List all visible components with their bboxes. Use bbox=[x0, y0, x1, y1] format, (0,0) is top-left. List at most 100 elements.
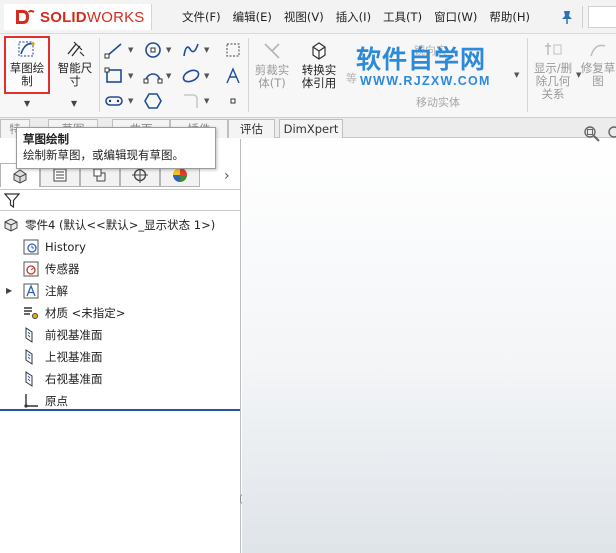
solidworks-wordmark: SOLIDWORKS bbox=[40, 8, 145, 26]
offset-entities-label[interactable]: 等 bbox=[346, 70, 357, 86]
fillet-icon bbox=[184, 94, 198, 108]
line-dropdown-icon[interactable]: ▼ bbox=[128, 46, 133, 54]
menu-help[interactable]: 帮助(H) bbox=[483, 8, 536, 26]
fillet-tool[interactable] bbox=[180, 91, 202, 111]
construction-tool[interactable] bbox=[222, 40, 244, 60]
display-delete-relations-label: 显示/删 除几何 关系 bbox=[533, 61, 573, 101]
display-delete-relations-button[interactable]: 显示/删 除几何 关系 bbox=[530, 40, 576, 101]
tree-item-front-plane[interactable]: 前视基准面 bbox=[22, 325, 103, 345]
menu-view[interactable]: 视图(V) bbox=[278, 8, 330, 26]
fillet-dropdown-icon[interactable]: ▼ bbox=[204, 97, 209, 105]
tab-dimxpert[interactable]: DimXpert bbox=[279, 119, 343, 138]
move-entities-label[interactable]: 移动实体 bbox=[416, 94, 460, 110]
part-icon bbox=[2, 216, 20, 234]
tree-item-right-plane[interactable]: 右视基准面 bbox=[22, 369, 103, 389]
ellipse-icon bbox=[182, 69, 200, 83]
pin-icon[interactable] bbox=[560, 9, 574, 25]
circle-icon bbox=[145, 42, 161, 58]
top-plane-label: 上视基准面 bbox=[45, 350, 103, 364]
dimxpert-icon bbox=[132, 167, 148, 183]
move-entities-dropdown-icon[interactable]: ▼ bbox=[514, 71, 519, 79]
relations-icon bbox=[545, 43, 562, 55]
ellipse-tool[interactable] bbox=[180, 66, 202, 86]
point-icon bbox=[230, 98, 236, 104]
smart-dimension-dropdown-icon[interactable]: ▼ bbox=[71, 99, 77, 108]
smart-dimension-label: 智能尺寸 bbox=[57, 61, 93, 88]
plane-icon bbox=[22, 326, 40, 344]
trim-icon bbox=[264, 43, 280, 59]
feature-tree-icon bbox=[13, 168, 27, 184]
text-tool[interactable] bbox=[222, 66, 244, 86]
material-icon bbox=[22, 304, 40, 322]
material-label: 材质 <未指定> bbox=[45, 306, 126, 320]
convert-entities-icon bbox=[312, 42, 326, 60]
trim-entities-button[interactable]: 剪裁实 体(T) bbox=[250, 40, 294, 90]
tab-evaluate[interactable]: 评估 bbox=[228, 119, 275, 138]
convert-entities-button[interactable]: 转换实 体引用 bbox=[296, 40, 342, 90]
smart-dimension-button[interactable]: 智能尺寸 bbox=[54, 38, 96, 88]
configuration-manager-icon bbox=[93, 168, 106, 182]
menu-insert[interactable]: 插入(I) bbox=[330, 8, 377, 26]
polygon-tool[interactable] bbox=[142, 91, 164, 111]
rectangle-dropdown-icon[interactable]: ▼ bbox=[128, 72, 133, 80]
point-tool[interactable] bbox=[222, 91, 244, 111]
toolbar-separator bbox=[99, 38, 100, 112]
menu-tools[interactable]: 工具(T) bbox=[377, 8, 428, 26]
convert-entities-label: 转换实 体引用 bbox=[301, 63, 337, 90]
tree-item-top-plane[interactable]: 上视基准面 bbox=[22, 347, 103, 367]
sketch-icon bbox=[18, 41, 35, 57]
ellipse-dropdown-icon[interactable]: ▼ bbox=[204, 72, 209, 80]
origin-icon bbox=[22, 392, 40, 410]
display-manager-icon bbox=[173, 168, 187, 182]
part-label: 零件4 (默认<<默认>_显示状态 1>) bbox=[25, 218, 216, 232]
slot-tool[interactable] bbox=[103, 91, 125, 111]
tree-item-history[interactable]: History bbox=[22, 237, 86, 257]
sketch-button[interactable]: 草图绘制 bbox=[4, 36, 50, 94]
menu-file[interactable]: 文件(F) bbox=[176, 8, 227, 26]
spline-tool[interactable] bbox=[180, 40, 202, 60]
chevron-right-icon[interactable]: › bbox=[224, 168, 230, 184]
arc-tool[interactable] bbox=[142, 66, 164, 86]
zoom-to-fit-icon[interactable] bbox=[583, 125, 601, 143]
tree-item-sensors[interactable]: 传感器 bbox=[22, 259, 80, 279]
sketch-dropdown-arrow-icon[interactable]: ▼ bbox=[24, 99, 30, 108]
watermark-url: WWW.RJZXW.COM bbox=[360, 74, 491, 88]
repair-sketch-icon bbox=[590, 44, 606, 57]
rectangle-icon bbox=[104, 67, 122, 83]
graphics-area[interactable] bbox=[242, 139, 616, 553]
tree-item-annotations[interactable]: 注解 bbox=[22, 281, 68, 301]
line-tool[interactable] bbox=[103, 40, 125, 60]
filter-bar[interactable] bbox=[0, 189, 240, 211]
repair-sketch-label: 修复草图 bbox=[580, 61, 616, 88]
construction-box-icon bbox=[226, 43, 240, 57]
search-box[interactable] bbox=[588, 6, 616, 28]
tooltip-title: 草图绘制 bbox=[23, 132, 69, 146]
plane-icon bbox=[22, 370, 40, 388]
filter-icon[interactable] bbox=[4, 192, 20, 209]
property-manager-icon bbox=[53, 168, 67, 182]
menu-window[interactable]: 窗口(W) bbox=[428, 8, 483, 26]
tree-rollback-bar[interactable] bbox=[0, 409, 240, 411]
tree-item-part[interactable]: 零件4 (默认<<默认>_显示状态 1>) bbox=[2, 215, 215, 235]
title-bar: SOLIDWORKS 文件(F) 编辑(E) 视图(V) 插入(I) 工具(T)… bbox=[0, 0, 616, 34]
circle-dropdown-icon[interactable]: ▼ bbox=[166, 46, 171, 54]
repair-sketch-button[interactable]: 修复草图 bbox=[580, 40, 616, 88]
sketch-label: 草图绘制 bbox=[9, 61, 45, 88]
spline-dropdown-icon[interactable]: ▼ bbox=[204, 46, 209, 54]
slot-icon bbox=[105, 96, 123, 106]
tree-item-material[interactable]: 材质 <未指定> bbox=[22, 303, 125, 323]
heads-up-view-toolbar bbox=[583, 125, 616, 143]
arc-dropdown-icon[interactable]: ▼ bbox=[166, 72, 171, 80]
zoom-area-icon[interactable] bbox=[607, 125, 616, 143]
expand-arrow-icon[interactable]: ▶ bbox=[6, 286, 12, 295]
toolbar-separator bbox=[527, 38, 528, 112]
sketch-tooltip: 草图绘制 绘制新草图，或编辑现有草图。 bbox=[16, 127, 216, 169]
rectangle-tool[interactable] bbox=[103, 66, 125, 86]
slot-dropdown-icon[interactable]: ▼ bbox=[128, 97, 133, 105]
feature-manager-panel: › 零件4 (默认<<默认>_显示状态 1>) History 传感器 ▶ 注解… bbox=[0, 139, 241, 553]
menu-edit[interactable]: 编辑(E) bbox=[227, 8, 278, 26]
mirror-entities-label[interactable]: 镜向实 bbox=[414, 42, 447, 58]
solidworks-logo[interactable]: SOLIDWORKS bbox=[4, 4, 152, 30]
tree-item-origin[interactable]: 原点 bbox=[22, 391, 68, 411]
circle-tool[interactable] bbox=[142, 40, 164, 60]
